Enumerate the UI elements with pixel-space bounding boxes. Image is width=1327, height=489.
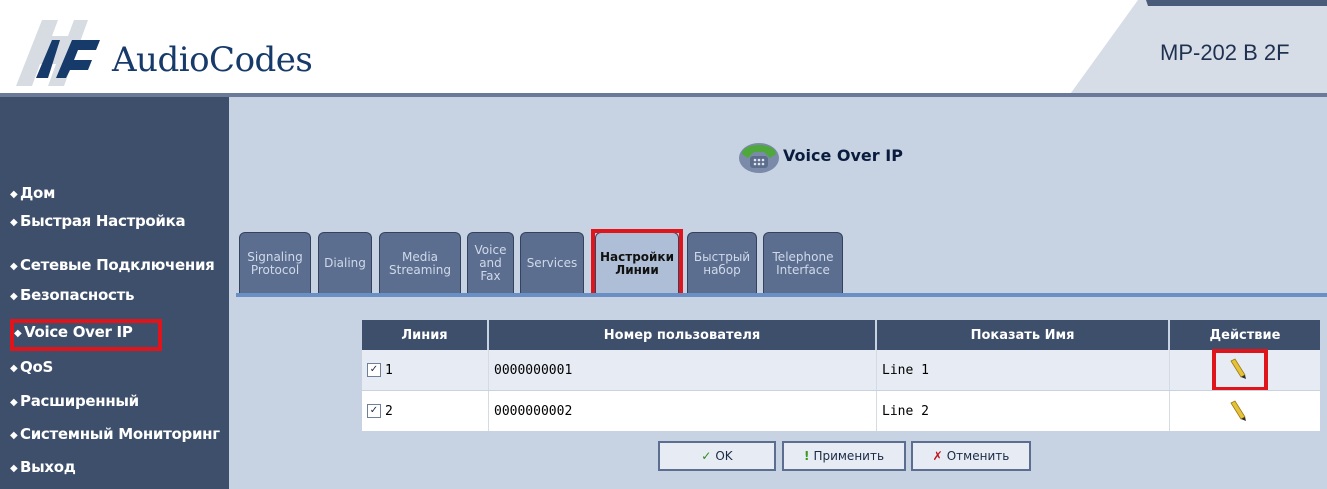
- pencil-icon[interactable]: [1228, 400, 1248, 422]
- sidebar-item-quick-setup[interactable]: ◆ Быстрая Настройка: [10, 212, 186, 234]
- page-title: Voice Over IP: [783, 146, 903, 165]
- bullet-icon: ◆: [10, 430, 18, 441]
- tab-label: набор: [703, 262, 741, 277]
- column-header-display-name: Показать Имя: [877, 320, 1170, 350]
- device-model: MP-202 B 2F: [1160, 40, 1290, 65]
- table-cell-line: ✓ 2: [362, 391, 489, 431]
- table-cell-line: ✓ 1: [362, 350, 489, 390]
- action-highlight-outline: [1212, 349, 1268, 391]
- line-number: 2: [385, 403, 393, 419]
- sidebar-item-advanced[interactable]: ◆ Расширенный: [10, 392, 139, 414]
- sidebar-item-label: Безопасность: [20, 286, 135, 304]
- cancel-label: Отменить: [946, 449, 1010, 463]
- column-header-user-number: Номер пользователя: [489, 320, 877, 350]
- logo-mark-icon: [16, 20, 100, 86]
- sidebar-item-label: Системный Мониторинг: [20, 425, 220, 443]
- sidebar-item-label: Расширенный: [20, 392, 139, 410]
- tab-label: Fax: [480, 269, 501, 283]
- table-cell-user-number: 0000000001: [489, 350, 877, 390]
- table-cell-user-number: 0000000002: [489, 391, 877, 431]
- bullet-icon: ◆: [10, 363, 18, 374]
- tab-label: Signaling: [247, 249, 303, 264]
- bullet-icon: ◆: [10, 463, 18, 474]
- tab-telephone-interface[interactable]: Telephone Interface: [763, 232, 843, 294]
- sidebar-item-network-connections[interactable]: ◆ Сетевые Подключения: [10, 256, 215, 278]
- brand-text: AudioCodes: [112, 40, 313, 80]
- tab-label: Быстрый: [693, 249, 751, 264]
- tab-label: Interface: [776, 262, 830, 277]
- tab-media-streaming[interactable]: Media Streaming: [379, 232, 461, 294]
- sidebar-item-voice-over-ip[interactable]: ◆ Voice Over IP: [10, 319, 162, 351]
- column-header-action: Действие: [1170, 320, 1320, 350]
- sidebar-item-label: Дом: [20, 184, 56, 202]
- column-header-line: Линия: [362, 320, 489, 350]
- tab-label: Media: [401, 249, 439, 264]
- sidebar-item-home[interactable]: ◆ Дом: [10, 184, 55, 206]
- cancel-button[interactable]: ✗ Отменить: [911, 441, 1031, 471]
- bullet-icon: ◆: [10, 261, 18, 272]
- ok-button[interactable]: ✓ OK: [658, 441, 776, 471]
- tab-label: Streaming: [389, 262, 451, 277]
- bullet-icon: ◆: [10, 217, 18, 228]
- tab-highlight-outline: [591, 229, 683, 297]
- bullet-icon: ◆: [10, 189, 18, 200]
- telephone-icon: [739, 143, 779, 173]
- sidebar-item-label: Быстрая Настройка: [20, 212, 186, 230]
- bullet-icon: ◆: [10, 397, 18, 408]
- apply-label: Применить: [813, 449, 885, 463]
- sidebar-item-label: Сетевые Подключения: [20, 256, 215, 274]
- tab-speed-dial[interactable]: Быстрый набор: [687, 232, 757, 294]
- app-header: AudioCodes MP-202 B 2F: [0, 0, 1327, 97]
- tab-voice-and-fax[interactable]: Voice and Fax: [467, 232, 514, 294]
- apply-button[interactable]: ! Применить: [782, 441, 906, 471]
- tab-dialing[interactable]: Dialing: [318, 232, 372, 294]
- bullet-icon: ◆: [10, 291, 18, 302]
- line-number: 1: [385, 362, 393, 378]
- tab-label: Protocol: [250, 262, 300, 277]
- sidebar-item-label: QoS: [20, 358, 53, 376]
- sidebar-item-label: Выход: [20, 458, 76, 476]
- tab-label: Telephone: [772, 249, 834, 264]
- line-enabled-checkbox[interactable]: ✓: [367, 363, 381, 377]
- x-icon: ✗: [932, 449, 943, 463]
- tab-signaling-protocol[interactable]: Signaling Protocol: [239, 232, 311, 294]
- bullet-icon: ◆: [14, 328, 22, 339]
- exclamation-icon: !: [803, 449, 810, 463]
- sidebar-item-security[interactable]: ◆ Безопасность: [10, 286, 134, 308]
- tab-services[interactable]: Services: [520, 232, 584, 294]
- sidebar-item-system-monitoring[interactable]: ◆ Системный Мониторинг: [10, 425, 220, 447]
- sidebar-item-qos[interactable]: ◆ QoS: [10, 358, 53, 380]
- sidebar-item-label: Voice Over IP: [24, 323, 133, 341]
- audiocodes-logo: AudioCodes: [8, 10, 313, 92]
- tab-label: Dialing: [324, 256, 366, 270]
- line-enabled-checkbox[interactable]: ✓: [367, 404, 381, 418]
- table-cell-display-name: Line 1: [877, 350, 1170, 390]
- tabs-baseline: [236, 293, 1327, 297]
- sidebar-item-logout[interactable]: ◆ Выход: [10, 458, 76, 480]
- tab-label: Services: [526, 256, 578, 270]
- ok-label: OK: [715, 449, 733, 463]
- check-icon: ✓: [701, 449, 712, 463]
- table-cell-display-name: Line 2: [877, 391, 1170, 431]
